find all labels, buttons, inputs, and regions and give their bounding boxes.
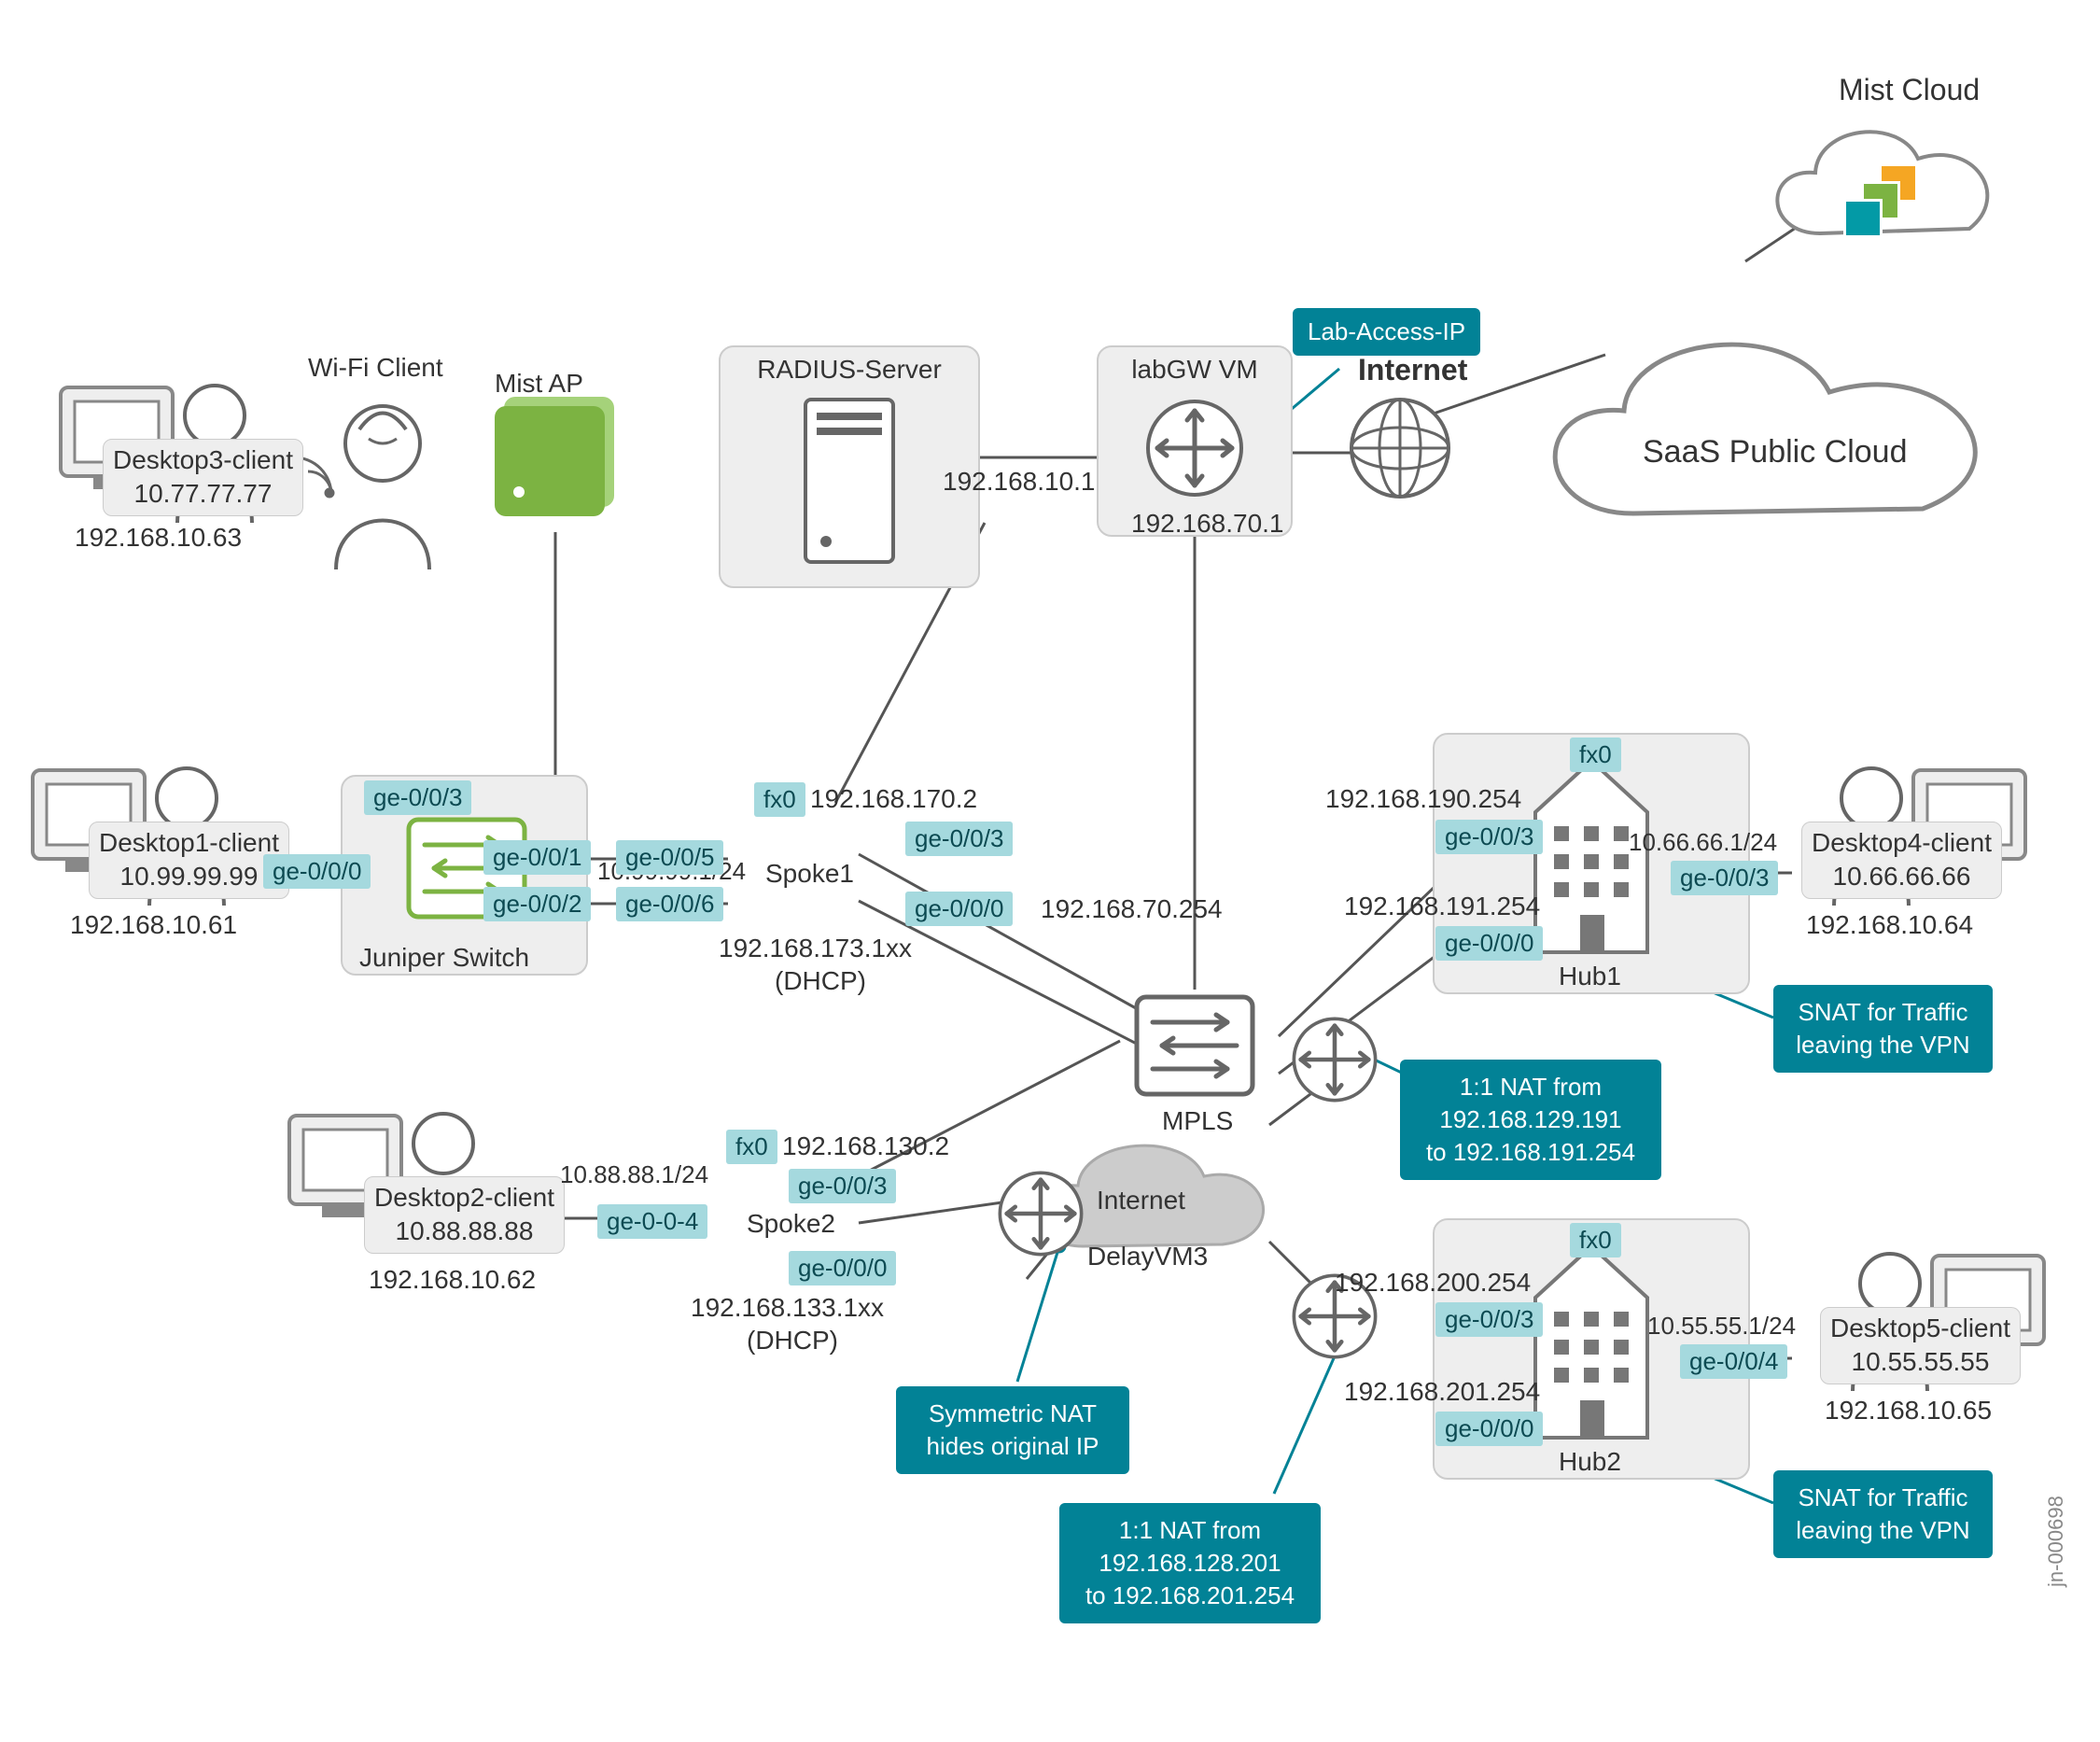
spoke1-label: Spoke1 (765, 859, 854, 889)
sp1-ge000: ge-0/0/0 (905, 892, 1013, 926)
labgw-label: labGW VM (1125, 355, 1265, 385)
desktop3-name: Desktop3-client (113, 445, 293, 474)
sym-nat-l1: Symmetric NAT (929, 1399, 1097, 1427)
internet-globe-icon (1344, 392, 1456, 509)
sp1-fx0-ip: 192.168.170.2 (810, 784, 977, 814)
desktop4-box: Desktop4-client 10.66.66.66 (1801, 822, 2002, 899)
nat191-callout: 1:1 NAT from 192.168.129.191 to 192.168.… (1400, 1060, 1661, 1180)
nat201-l2: 192.168.128.201 (1099, 1549, 1281, 1577)
mist-ap-icon (495, 406, 605, 516)
desktop4-ip-inner: 10.66.66.66 (1833, 862, 1971, 891)
sp2-ge000: ge-0/0/0 (789, 1251, 896, 1285)
sp1-dhcp: 192.168.173.1xx (719, 934, 912, 963)
nat201-l3: to 192.168.201.254 (1085, 1581, 1295, 1609)
hub2-top-ip: 192.168.200.254 (1335, 1268, 1531, 1298)
switch-label: Juniper Switch (359, 943, 529, 973)
sym-nat-l2: hides original IP (927, 1432, 1099, 1460)
delayvm3-label: DelayVM3 (1087, 1242, 1208, 1271)
hub1-ge003-top: ge-0/0/3 (1435, 820, 1543, 854)
diagram-id: jn-000698 (2044, 1496, 2068, 1587)
desktop3-ip-inner: 10.77.77.77 (134, 479, 273, 508)
labgw-ip-bottom: 192.168.70.1 (1131, 509, 1284, 539)
saas-cloud-label: SaaS Public Cloud (1643, 434, 1908, 471)
radius-label: RADIUS-Server (747, 355, 952, 385)
desktop1-ip-outer: 192.168.10.61 (70, 910, 237, 940)
desktop5-box: Desktop5-client 10.55.55.55 (1820, 1307, 2021, 1384)
hub1-ge000: ge-0/0/0 (1435, 926, 1543, 961)
desktop2-ip-inner: 10.88.88.88 (396, 1216, 534, 1245)
hub1-fx0: fx0 (1570, 738, 1621, 772)
nat-router1-icon (1288, 1013, 1381, 1111)
desktop5-ip-inner: 10.55.55.55 (1852, 1347, 1990, 1376)
nat191-l1: 1:1 NAT from (1460, 1073, 1602, 1101)
internet-cloud-label: Internet (1097, 1186, 1185, 1215)
desktop5-name: Desktop5-client (1830, 1314, 2010, 1342)
hub1-gw: 10.66.66.1/24 (1629, 828, 1777, 857)
port-ge001: ge-0/0/1 (483, 840, 591, 875)
sp1-dhcp2: (DHCP) (775, 966, 866, 996)
desktop1-ip-inner: 10.99.99.99 (120, 862, 259, 891)
nat201-callout: 1:1 NAT from 192.168.128.201 to 192.168.… (1059, 1503, 1321, 1623)
radius-link-ip: 192.168.10.1 (943, 467, 1096, 497)
desktop4-ip-outer: 192.168.10.64 (1806, 910, 1973, 940)
sym-nat-callout: Symmetric NAT hides original IP (896, 1386, 1129, 1474)
mist-ap-label: Mist AP (495, 369, 583, 399)
hub2-ge000: ge-0/0/0 (1435, 1412, 1543, 1446)
sp1-ge005: ge-0/0/5 (616, 840, 723, 875)
desktop4-name: Desktop4-client (1812, 828, 1992, 857)
server-icon (798, 392, 901, 574)
desktop3-box: Desktop3-client 10.77.77.77 (103, 439, 303, 516)
delay-router-icon (994, 1167, 1087, 1265)
mpls-top-ip: 192.168.70.254 (1041, 894, 1223, 924)
desktop5-ip-outer: 192.168.10.65 (1825, 1396, 1992, 1426)
sp2-fx0: fx0 (726, 1130, 777, 1164)
desktop2-box: Desktop2-client 10.88.88.88 (364, 1176, 565, 1254)
hub1-ge003-r: ge-0/0/3 (1671, 861, 1778, 895)
network-diagram: Mist Cloud SaaS Public Cloud Internet la… (0, 0, 2100, 1742)
hub1-top-ip: 192.168.190.254 (1325, 784, 1521, 814)
hub1-mid-ip: 192.168.191.254 (1344, 892, 1540, 921)
hub2-mid-ip: 192.168.201.254 (1344, 1377, 1540, 1407)
desktop1-name: Desktop1-client (99, 828, 279, 857)
nat191-l2: 192.168.129.191 (1439, 1105, 1621, 1133)
port-ge000-d1: ge-0/0/0 (263, 854, 371, 889)
port-ge003: ge-0/0/3 (364, 780, 471, 815)
router-icon-labgw (1143, 397, 1246, 504)
sp2-dhcp: 192.168.133.1xx (691, 1293, 884, 1323)
hub2-fx0: fx0 (1570, 1223, 1621, 1257)
sp2-net: 10.88.88.1/24 (560, 1160, 708, 1189)
mpls-switch-icon (1129, 990, 1260, 1106)
sp1-ge003: ge-0/0/3 (905, 822, 1013, 856)
hub1-label: Hub1 (1559, 962, 1621, 991)
sp2-ge003: ge-0/0/3 (789, 1169, 896, 1203)
spoke2-label: Spoke2 (747, 1209, 835, 1239)
desktop2-ip-outer: 192.168.10.62 (369, 1265, 536, 1295)
snat2-callout: SNAT for Trafficleaving the VPN (1773, 1470, 1993, 1558)
hub2-gw: 10.55.55.1/24 (1647, 1312, 1796, 1341)
desktop3-ip-outer: 192.168.10.63 (75, 523, 242, 553)
hub2-ge003: ge-0/0/3 (1435, 1302, 1543, 1337)
desktop1-box: Desktop1-client 10.99.99.99 (89, 822, 289, 899)
hub2-label: Hub2 (1559, 1447, 1621, 1477)
sp2-ge004: ge-0-0-4 (597, 1204, 707, 1239)
sp2-fx0-ip: 192.168.130.2 (782, 1131, 949, 1161)
wifi-client-label: Wi-Fi Client (308, 353, 443, 383)
internet-label: Internet (1358, 353, 1467, 387)
nat191-l3: to 192.168.191.254 (1426, 1138, 1635, 1166)
hub2-ge004: ge-0/0/4 (1680, 1344, 1787, 1379)
nat201-l1: 1:1 NAT from (1119, 1516, 1261, 1544)
lab-access-ip-callout: Lab-Access-IP (1293, 308, 1480, 356)
sp1-fx0: fx0 (754, 782, 805, 817)
sp2-dhcp2: (DHCP) (747, 1326, 838, 1356)
port-ge002: ge-0/0/2 (483, 887, 591, 921)
sp1-ge006: ge-0/0/6 (616, 887, 723, 921)
desktop2-name: Desktop2-client (374, 1183, 554, 1212)
snat1-callout: SNAT for Trafficleaving the VPN (1773, 985, 1993, 1073)
